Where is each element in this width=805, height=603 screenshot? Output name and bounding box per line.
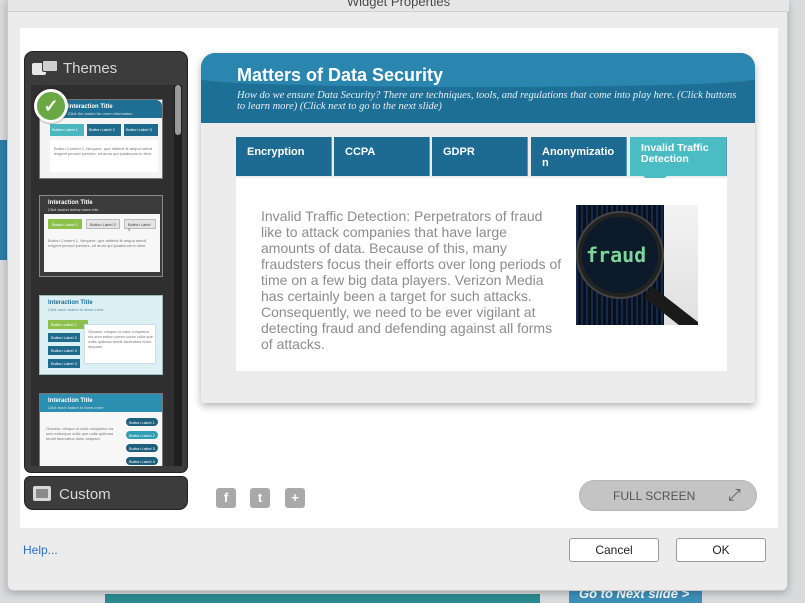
slide-title: Matters of Data Security xyxy=(237,65,444,85)
thumbnail-title: Interaction Title xyxy=(68,104,113,110)
theme-thumbnail-4[interactable]: Interaction Title Click each button to l… xyxy=(39,393,163,466)
thumbnail-subtitle: Click button below more info xyxy=(48,207,99,212)
thumbnail-body: Button Content 1. Nequere, que aditenit … xyxy=(54,146,153,156)
fraud-image: fraud xyxy=(576,205,698,325)
themes-list: Interaction Title Click the button for m… xyxy=(31,85,180,466)
fraud-image-word: fraud xyxy=(586,243,647,267)
slide-header xyxy=(201,53,755,123)
themes-header[interactable]: Themes xyxy=(25,52,187,82)
image-icon xyxy=(33,486,51,501)
thumbnail-button: Button Label 2 xyxy=(87,124,121,136)
widget-properties-dialog: Widget Properties Themes Interaction Tit… xyxy=(7,0,789,591)
thumbnail-card: Button Content 1. Nequere, que aditenit … xyxy=(50,140,158,172)
themes-label: Themes xyxy=(63,60,118,77)
thumbnail-subtitle: Click each button to learn more xyxy=(48,405,104,410)
thumbnail-button: Button Label 2 xyxy=(86,219,120,229)
thumbnail-title: Interaction Title xyxy=(48,398,93,404)
selected-check-icon: ✓ xyxy=(34,89,68,123)
dialog-title: Widget Properties xyxy=(346,0,451,9)
thumbnail-body: Button Content 1. Nequere, que aditenit … xyxy=(48,238,147,248)
custom-panel[interactable]: Custom xyxy=(24,476,188,510)
full-screen-label: FULL SCREEN xyxy=(613,489,696,503)
scrollbar-thumb[interactable] xyxy=(175,85,181,135)
thumbnail-card: Button Label 1 Button Label 2 Button Lab… xyxy=(44,214,160,272)
thumbnail-button: Button Label 1 xyxy=(48,219,82,229)
custom-label: Custom xyxy=(59,486,111,503)
themes-icon xyxy=(32,60,58,76)
background-app-strip xyxy=(105,594,540,603)
facebook-icon[interactable]: f xyxy=(216,488,236,508)
cancel-button[interactable]: Cancel xyxy=(569,538,659,562)
thumbnail-button: Button Label 3 xyxy=(48,346,80,355)
thumbnail-button: Button Label 1 xyxy=(48,320,88,329)
tab-anonymization[interactable]: Anonymizatio n xyxy=(531,137,627,176)
thumbnail-card: Oceatur, utequa ut volut voluptatur nis … xyxy=(84,324,156,364)
thumbnail-body: Oceatur, utequa ut volut voluptatur nis … xyxy=(46,426,114,441)
thumbnail-title: Interaction Title xyxy=(48,300,93,306)
ok-button[interactable]: OK xyxy=(676,538,766,562)
thumbnail-button: Button Label 4 xyxy=(48,359,80,368)
tab-gdpr[interactable]: GDPR xyxy=(432,137,528,176)
thumbnail-button: Button Label 3 xyxy=(124,124,158,136)
thumbnail-button: Button Label 2 xyxy=(48,333,80,342)
theme-thumbnail-2[interactable]: Interaction Title Click button below mor… xyxy=(39,195,163,277)
thumbnail-button: Button Label 3 xyxy=(124,219,156,232)
thumbnail-title: Interaction Title xyxy=(48,200,93,206)
full-screen-button[interactable]: FULL SCREEN ⤢ xyxy=(579,480,757,511)
theme-thumbnail-3[interactable]: Interaction Title Click each button to l… xyxy=(39,295,163,375)
themes-scrollbar[interactable] xyxy=(174,85,182,466)
thumbnail-button: Button Label 1 xyxy=(126,418,158,426)
twitter-icon[interactable]: t xyxy=(250,488,270,508)
thumbnail-button: Button Label 2 xyxy=(126,431,158,439)
slide-body-text: Invalid Traffic Detection: Perpetrators … xyxy=(261,208,562,352)
thumbnail-buttons: Button Label 1 Button Label 2 Button Lab… xyxy=(50,124,158,136)
slide-preview: Matters of Data Security How do we ensur… xyxy=(201,53,755,403)
slide-body: Invalid Traffic Detection: Perpetrators … xyxy=(236,178,727,371)
tab-ccpa[interactable]: CCPA xyxy=(334,137,430,176)
themes-panel: Themes Interaction Title Click the butto… xyxy=(24,51,188,473)
dialog-content: Themes Interaction Title Click the butto… xyxy=(20,28,778,528)
slide-tabs: Encryption CCPA GDPR Anonymizatio n Inva… xyxy=(236,137,727,176)
thumbnail-subtitle: Click each button to learn more xyxy=(48,307,104,312)
slide-subtitle: How do we ensure Data Security? There ar… xyxy=(237,90,737,112)
thumbnail-button: Button Label 1 xyxy=(50,124,84,136)
tab-invalid-traffic-detection[interactable]: Invalid Traffic Detection xyxy=(630,137,727,176)
expand-icon: ⤢ xyxy=(728,487,741,504)
tab-encryption[interactable]: Encryption xyxy=(236,137,332,176)
thumbnail-body: Oceatur, utequa ut volut voluptatur nis … xyxy=(88,329,153,349)
thumbnail-button: Button Label 4 xyxy=(126,457,158,465)
thumbnail-subtitle: Click the button for more information xyxy=(68,111,133,116)
help-link[interactable]: Help... xyxy=(23,543,58,557)
add-share-icon[interactable]: + xyxy=(285,488,305,508)
thumbnail-button: Button Label 3 xyxy=(126,444,158,452)
